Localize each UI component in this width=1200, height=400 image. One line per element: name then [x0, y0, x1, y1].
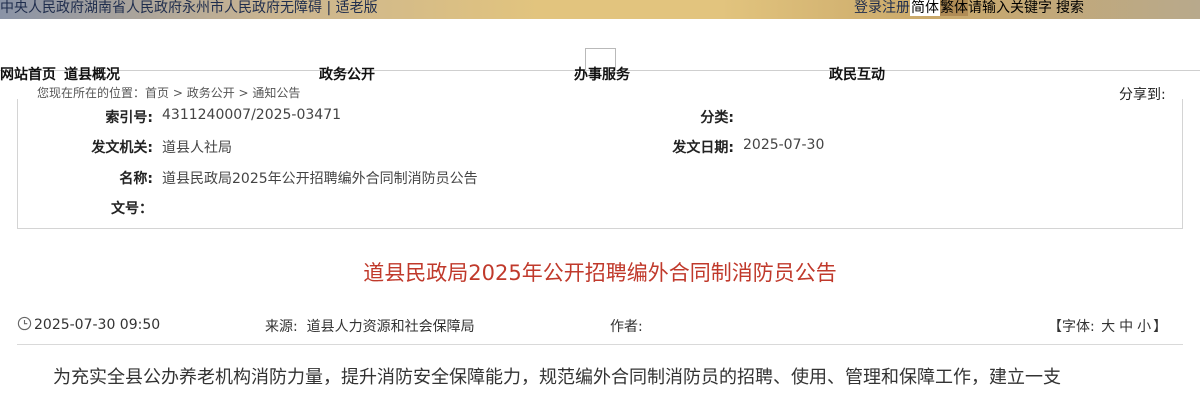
nav-services[interactable]: 办事服务: [574, 64, 630, 84]
article-body-paragraph: 为充实全县公办养老机构消防力量，提升消防安全保障能力，规范编外合同制消防员的招聘…: [53, 367, 1061, 388]
font-size-medium-button[interactable]: 中: [1119, 319, 1133, 335]
login-link[interactable]: 登录: [854, 0, 882, 16]
traditional-chinese-link[interactable]: 繁体: [940, 0, 968, 16]
top-bar: 中央人民政府湖南省人民政府永州市人民政府无障碍 | 适老版 登录注册简体繁体 搜索: [0, 0, 1200, 19]
link-city-gov[interactable]: 永州市人民政府: [182, 0, 280, 16]
link-elder-mode[interactable]: 适老版: [336, 0, 378, 16]
clock-icon: [17, 316, 32, 335]
meta-divider: [17, 344, 1183, 345]
register-link[interactable]: 注册: [882, 0, 910, 16]
index-value: 4311240007/2025-03471: [162, 107, 342, 123]
font-size-suffix: 】: [1153, 319, 1168, 335]
breadcrumb-sep: >: [169, 86, 187, 100]
search-input[interactable]: [968, 0, 1056, 17]
doc-number-label: 文号：: [111, 201, 153, 217]
nav-county-overview[interactable]: 道县概况: [64, 64, 120, 84]
nav-gov-open[interactable]: 政务公开: [319, 64, 375, 84]
breadcrumb-sep: >: [234, 86, 253, 100]
top-separator: |: [326, 0, 332, 16]
top-tools: 登录注册简体繁体 搜索: [854, 0, 1084, 19]
publish-datetime-row: 2025-07-30 09:50: [17, 316, 160, 335]
link-accessible[interactable]: 无障碍: [280, 0, 322, 16]
issue-date-value: 2025-07-30: [743, 137, 825, 153]
category-label: 分类:: [700, 110, 734, 126]
publish-datetime: 2025-07-30 09:50: [34, 317, 161, 333]
top-links: 中央人民政府湖南省人民政府永州市人民政府无障碍 | 适老版: [0, 0, 378, 19]
simplified-chinese-link[interactable]: 简体: [910, 0, 940, 16]
font-size-prefix: 【字体:: [1048, 319, 1095, 335]
link-province-gov[interactable]: 湖南省人民政府: [84, 0, 182, 16]
author-label: 作者:: [610, 319, 643, 335]
issuer-label: 发文机关:: [91, 140, 153, 156]
font-size-large-button[interactable]: 大: [1101, 319, 1115, 335]
issuer-value: 道县人社局: [162, 140, 232, 156]
source-label: 来源:: [265, 319, 298, 335]
breadcrumb-notice[interactable]: 通知公告: [252, 86, 300, 100]
doc-name-label: 名称:: [119, 171, 153, 187]
doc-name-value: 道县民政局2025年公开招聘编外合同制消防员公告: [162, 171, 478, 187]
search-button[interactable]: 搜索: [1056, 0, 1084, 16]
source-value: 道县人力资源和社会保障局: [306, 319, 475, 335]
link-central-gov[interactable]: 中央人民政府: [0, 0, 84, 16]
article-title: 道县民政局2025年公开招聘编外合同制消防员公告: [363, 261, 837, 285]
breadcrumb-gov-open[interactable]: 政务公开: [187, 86, 235, 100]
font-size-small-button[interactable]: 小: [1137, 319, 1151, 335]
breadcrumb-home[interactable]: 首页: [145, 86, 169, 100]
breadcrumb-prefix: 您现在所在的位置：: [37, 86, 146, 100]
nav-interaction[interactable]: 政民互动: [829, 64, 885, 84]
source-row: 来源: 道县人力资源和社会保障局: [265, 316, 475, 336]
author-row: 作者:: [610, 316, 643, 336]
font-size-switcher: 【字体: 大中小】: [1048, 316, 1167, 336]
nav-home[interactable]: 网站首页: [0, 64, 56, 84]
issue-date-label: 发文日期:: [672, 140, 734, 156]
index-label: 索引号:: [105, 110, 153, 126]
